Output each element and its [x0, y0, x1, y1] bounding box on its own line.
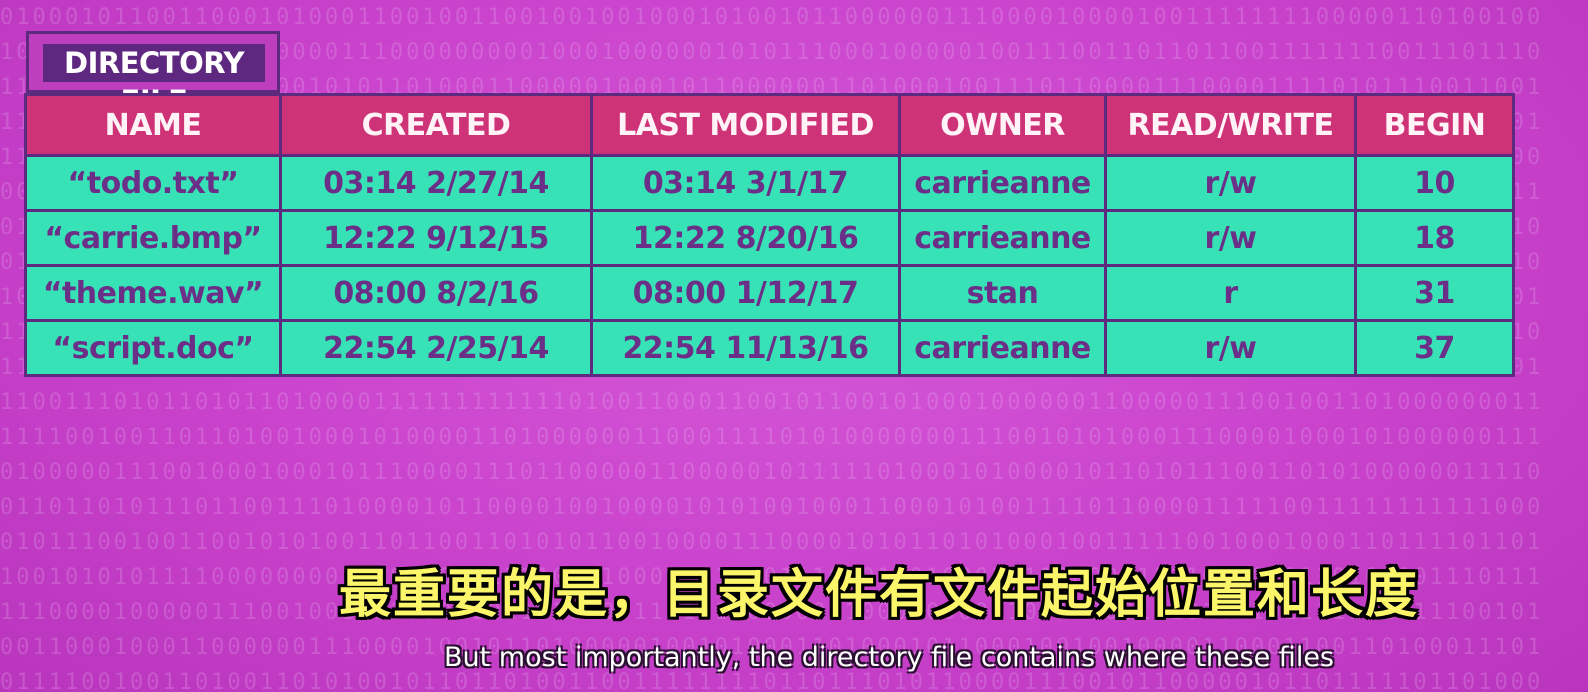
- subtitle-chinese: 最重要的是，目录文件有文件起始位置和长度: [338, 565, 1419, 625]
- cell-last-modified: 22:54 11/13/16: [590, 319, 901, 377]
- cell-begin: 18: [1354, 209, 1515, 267]
- cell-owner: carrieanne: [898, 154, 1107, 212]
- table-row: “carrie.bmp” 12:22 9/12/15 12:22 8/20/16…: [24, 209, 1515, 267]
- cell-created: 08:00 8/2/16: [279, 264, 593, 322]
- subtitle-english: But most importantly, the directory file…: [444, 642, 1334, 673]
- column-header-last-modified: LAST MODIFIED: [590, 93, 901, 157]
- cell-name: “theme.wav”: [24, 264, 282, 322]
- cell-name: “todo.txt”: [24, 154, 282, 212]
- table-row: “theme.wav” 08:00 8/2/16 08:00 1/12/17 s…: [24, 264, 1515, 322]
- cell-name: “carrie.bmp”: [24, 209, 282, 267]
- column-header-name: NAME: [24, 93, 282, 157]
- cell-created: 03:14 2/27/14: [279, 154, 593, 212]
- cell-begin: 31: [1354, 264, 1515, 322]
- column-header-owner: OWNER: [898, 93, 1107, 157]
- cell-last-modified: 08:00 1/12/17: [590, 264, 901, 322]
- cell-last-modified: 12:22 8/20/16: [590, 209, 901, 267]
- table-header-row: NAME CREATED LAST MODIFIED OWNER READ/WR…: [24, 93, 1515, 157]
- column-header-read-write: READ/WRITE: [1104, 93, 1357, 157]
- cell-owner: carrieanne: [898, 209, 1107, 267]
- table-row: “script.doc” 22:54 2/25/14 22:54 11/13/1…: [24, 319, 1515, 377]
- cell-read-write: r: [1104, 264, 1357, 322]
- column-header-created: CREATED: [279, 93, 593, 157]
- cell-created: 22:54 2/25/14: [279, 319, 593, 377]
- cell-name: “script.doc”: [24, 319, 282, 377]
- cell-owner: stan: [898, 264, 1107, 322]
- cell-owner: carrieanne: [898, 319, 1107, 377]
- cell-created: 12:22 9/12/15: [279, 209, 593, 267]
- directory-file-label: DIRECTORY FILE: [26, 31, 280, 118]
- cell-last-modified: 03:14 3/1/17: [590, 154, 901, 212]
- cell-begin: 10: [1354, 154, 1515, 212]
- directory-table: NAME CREATED LAST MODIFIED OWNER READ/WR…: [24, 93, 1515, 377]
- directory-file-title: DIRECTORY FILE: [43, 44, 265, 118]
- cell-read-write: r/w: [1104, 209, 1357, 267]
- column-header-begin: BEGIN: [1354, 93, 1515, 157]
- cell-read-write: r/w: [1104, 319, 1357, 377]
- table-row: “todo.txt” 03:14 2/27/14 03:14 3/1/17 ca…: [24, 154, 1515, 212]
- cell-read-write: r/w: [1104, 154, 1357, 212]
- cell-begin: 37: [1354, 319, 1515, 377]
